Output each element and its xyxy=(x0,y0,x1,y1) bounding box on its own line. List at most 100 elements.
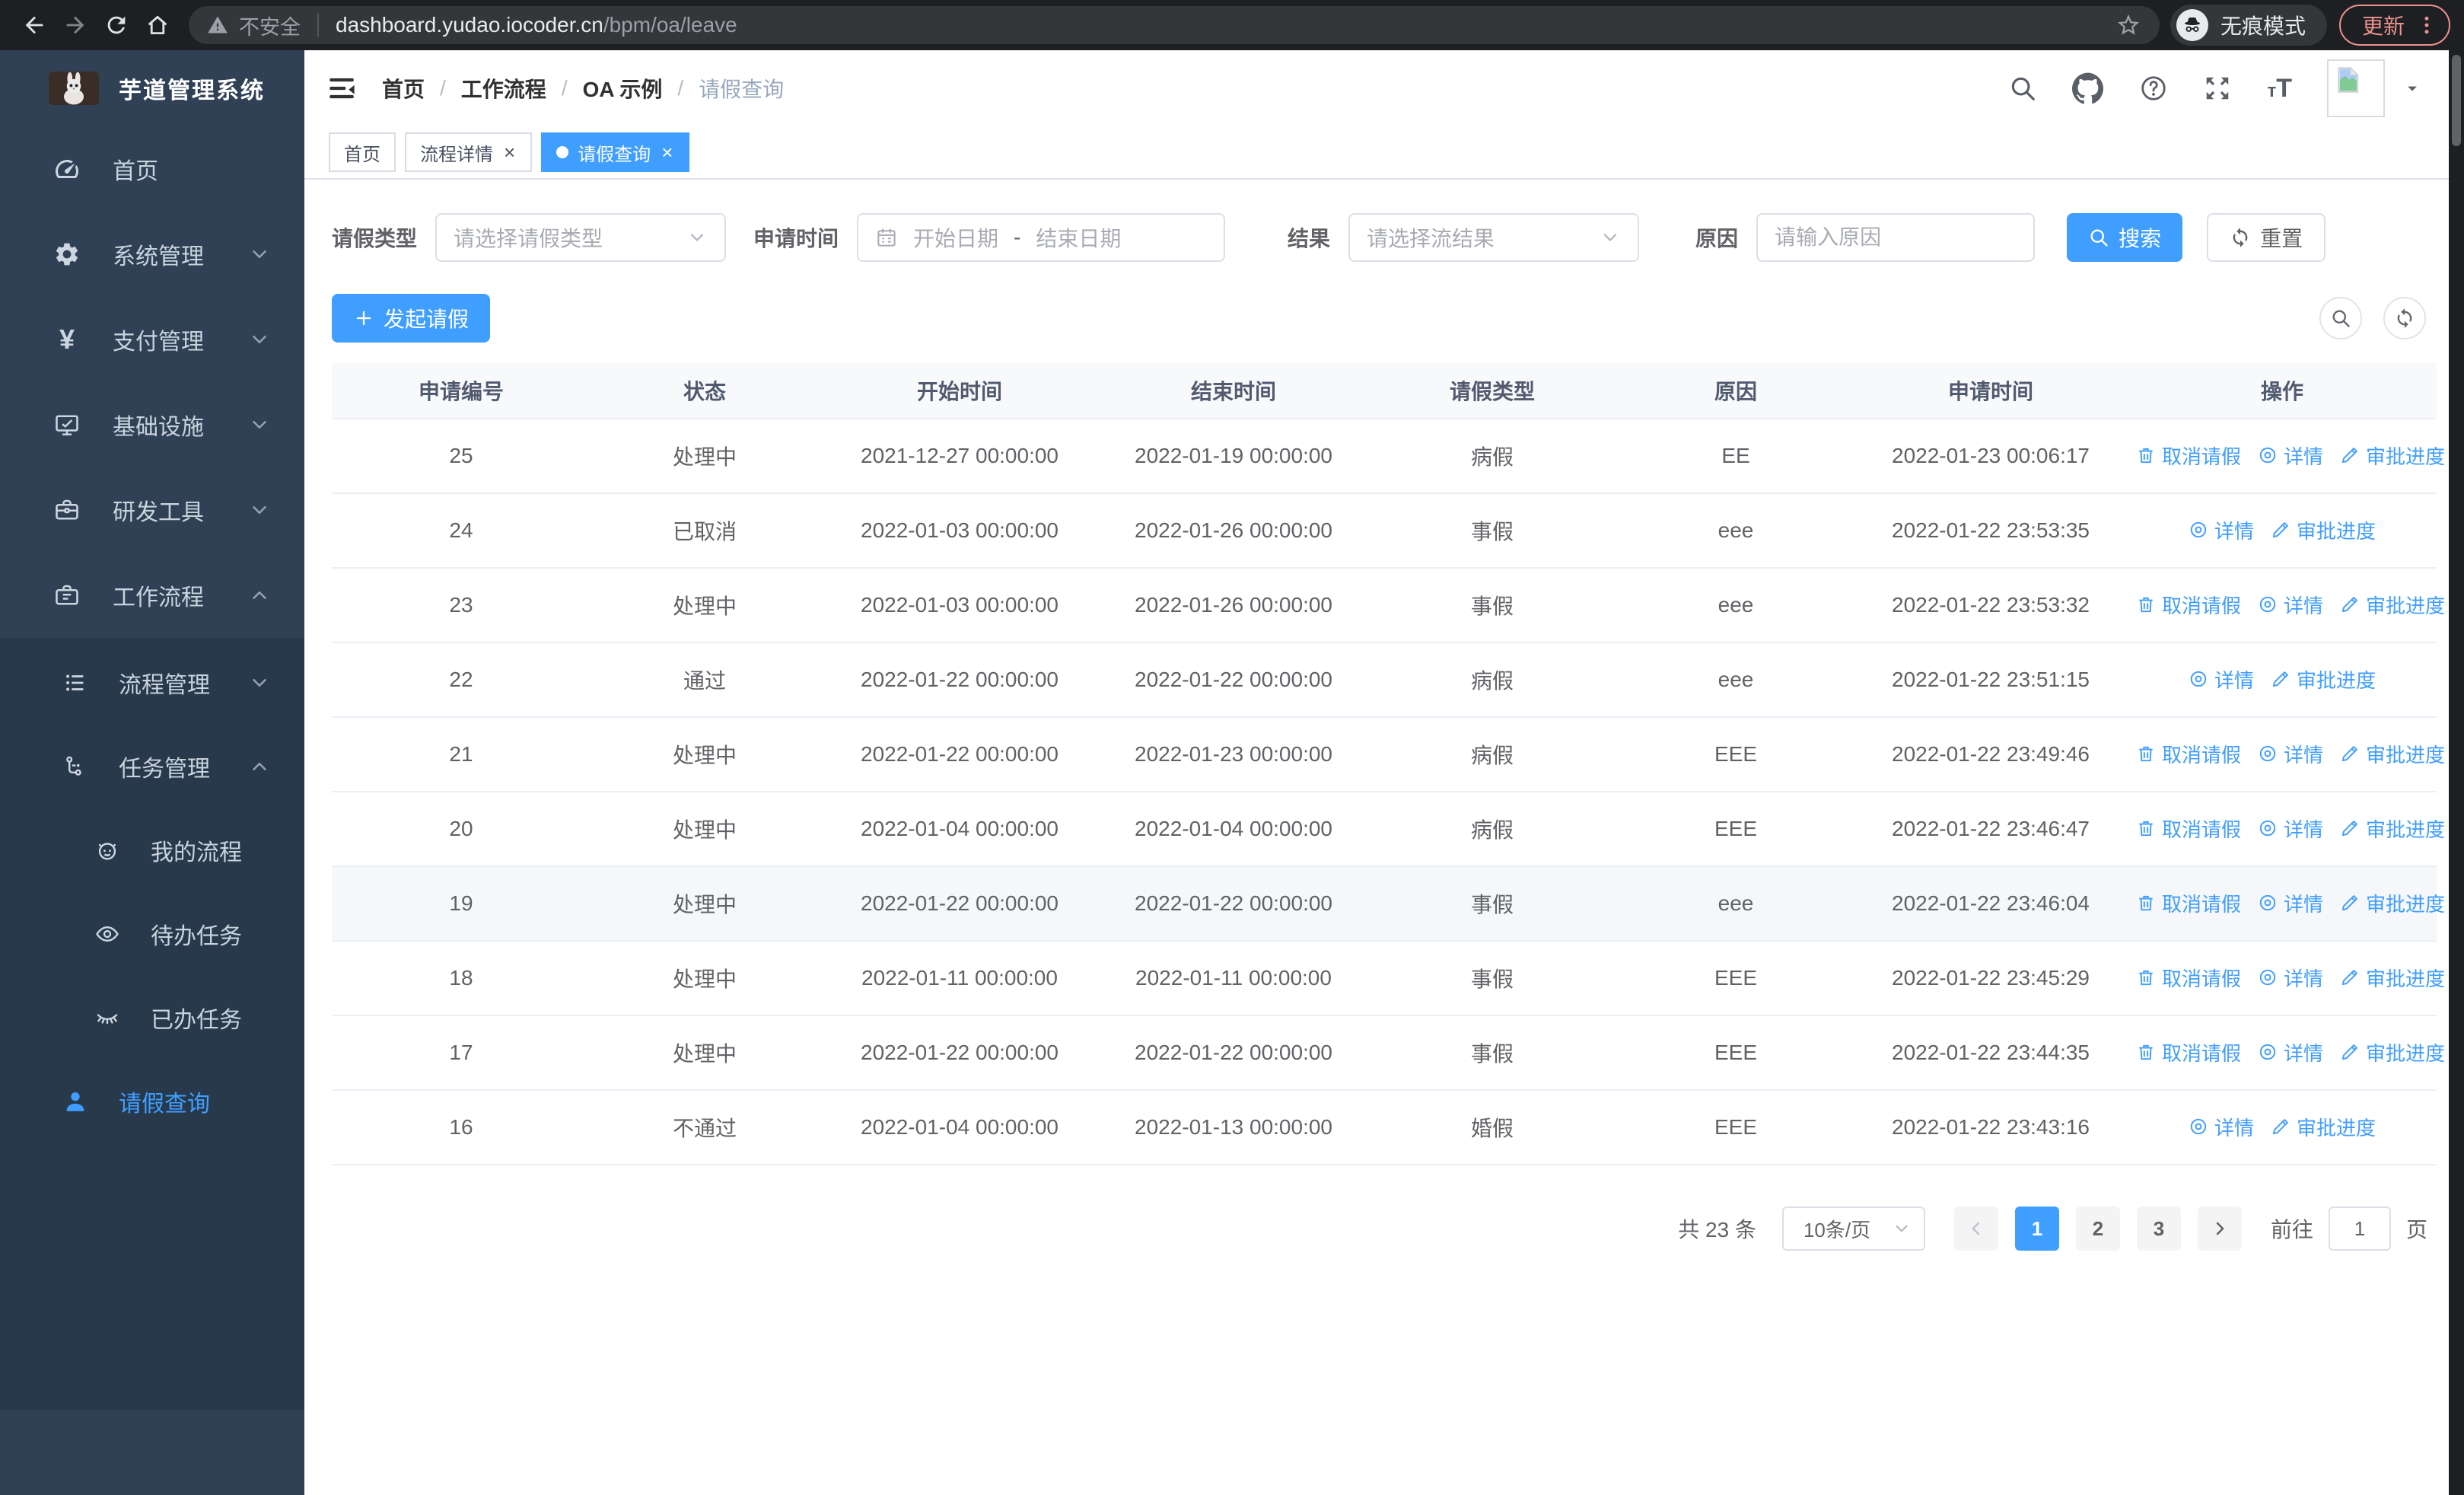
detail-link[interactable]: 详情 xyxy=(2258,889,2323,917)
browser-reload-button[interactable] xyxy=(96,5,137,46)
op-link-label: 审批进度 xyxy=(2366,1041,2446,1065)
cancel-leave-link[interactable]: 取消请假 xyxy=(2136,964,2241,992)
browser-forward-button[interactable] xyxy=(55,5,96,46)
calendar-icon xyxy=(875,226,898,249)
progress-link[interactable]: 审批进度 xyxy=(2340,964,2445,992)
cancel-leave-link[interactable]: 取消请假 xyxy=(2136,814,2241,843)
progress-link[interactable]: 审批进度 xyxy=(2340,1038,2445,1066)
scrollbar-thumb[interactable] xyxy=(2452,55,2461,146)
page-button-1[interactable]: 1 xyxy=(2014,1207,2059,1251)
progress-link[interactable]: 审批进度 xyxy=(2340,591,2445,619)
fullscreen-icon[interactable] xyxy=(2203,74,2232,103)
sidebar-item-任务管理[interactable]: 任务管理 xyxy=(0,725,304,808)
font-size-icon[interactable]: тT xyxy=(2267,75,2292,101)
bookmark-star-icon[interactable] xyxy=(2115,12,2141,38)
show-search-toggle-button[interactable] xyxy=(2319,297,2362,339)
cell-leave_type: 事假 xyxy=(1367,866,1618,942)
table-row: 16 不通过 2022-01-04 00:00:00 2022-01-13 00:00… xyxy=(332,1090,2437,1165)
leave-type-label: 请假类型 xyxy=(332,227,418,250)
sidebar-item-工作流程[interactable]: 工作流程 xyxy=(0,553,304,638)
tab-close-icon[interactable]: × xyxy=(660,142,674,162)
app-logo[interactable]: 芋道管理系统 xyxy=(0,50,304,126)
detail-link[interactable]: 详情 xyxy=(2258,591,2323,619)
progress-link[interactable]: 审批进度 xyxy=(2340,441,2445,470)
page-button-2[interactable]: 2 xyxy=(2075,1207,2120,1251)
op-link-label: 详情 xyxy=(2214,1116,2254,1140)
sidebar-item-支付管理[interactable]: ¥ 支付管理 xyxy=(0,297,304,382)
cell-start_time: 2022-01-04 00:00:00 xyxy=(819,792,1100,867)
cancel-leave-link[interactable]: 取消请假 xyxy=(2136,591,2241,619)
progress-link-icon xyxy=(2271,520,2291,540)
progress-link[interactable]: 审批进度 xyxy=(2340,889,2445,917)
progress-link[interactable]: 审批进度 xyxy=(2271,516,2376,544)
browser-home-button[interactable] xyxy=(137,5,178,46)
browser-update-button[interactable]: 更新 xyxy=(2338,5,2450,46)
next-page-button[interactable] xyxy=(2197,1207,2242,1251)
breadcrumb-separator: / xyxy=(677,76,684,100)
progress-link[interactable]: 审批进度 xyxy=(2340,814,2445,843)
tab-close-icon[interactable]: × xyxy=(502,142,517,162)
detail-link[interactable]: 详情 xyxy=(2258,1038,2323,1066)
breadcrumb-item[interactable]: OA 示例 xyxy=(583,73,663,104)
sidebar-item-基础设施[interactable]: 基础设施 xyxy=(0,382,304,467)
tab-请假查询[interactable]: 请假查询 × xyxy=(541,132,690,172)
sidebar-item-我的流程[interactable]: 我的流程 xyxy=(0,808,304,892)
page-size-select[interactable]: 10条/页 xyxy=(1781,1207,1925,1251)
sidebar-item-研发工具[interactable]: 研发工具 xyxy=(0,467,304,553)
cell-start_time: 2022-01-22 00:00:00 xyxy=(819,642,1100,718)
cancel-leave-link[interactable]: 取消请假 xyxy=(2136,441,2241,470)
search-button[interactable]: 搜索 xyxy=(2067,213,2183,262)
progress-link[interactable]: 审批进度 xyxy=(2271,1113,2376,1141)
sidebar-collapse-icon[interactable] xyxy=(326,72,358,104)
progress-link[interactable]: 审批进度 xyxy=(2340,740,2445,768)
chevron-down-icon xyxy=(248,328,271,351)
cancel-leave-link[interactable]: 取消请假 xyxy=(2136,740,2241,768)
avatar[interactable] xyxy=(2327,59,2385,117)
detail-link[interactable]: 详情 xyxy=(2189,665,2254,693)
reset-button[interactable]: 重置 xyxy=(2207,213,2326,262)
detail-link[interactable]: 详情 xyxy=(2258,964,2323,992)
sidebar-item-请假查询[interactable]: 请假查询 xyxy=(0,1060,304,1143)
result-select[interactable]: 请选择流结果 xyxy=(1348,213,1640,262)
cell-apply_time: 2022-01-22 23:43:16 xyxy=(1854,1090,2128,1165)
cancel-leave-link[interactable]: 取消请假 xyxy=(2136,889,2241,917)
progress-link[interactable]: 审批进度 xyxy=(2271,665,2376,693)
detail-link[interactable]: 详情 xyxy=(2189,1113,2254,1141)
search-icon[interactable] xyxy=(2008,74,2037,103)
tab-首页[interactable]: 首页 xyxy=(329,132,396,172)
breadcrumb-item[interactable]: 工作流程 xyxy=(461,73,546,104)
create-leave-button[interactable]: 发起请假 xyxy=(332,294,491,343)
browser-menu-icon[interactable] xyxy=(2415,14,2438,37)
branch-icon xyxy=(62,754,88,779)
browser-back-button[interactable] xyxy=(14,5,55,46)
goto-page-input[interactable] xyxy=(2328,1207,2391,1251)
sidebar-item-已办任务[interactable]: 已办任务 xyxy=(0,976,304,1060)
cell-end_time: 2022-01-22 00:00:00 xyxy=(1100,1015,1367,1091)
page-scrollbar[interactable] xyxy=(2449,50,2464,1495)
sidebar-item-系统管理[interactable]: 系统管理 xyxy=(0,212,304,297)
sidebar-menu: 首页 系统管理 ¥ 支付管理 基础设施 研发工具 工作流程 xyxy=(0,126,304,638)
sidebar-item-流程管理[interactable]: 流程管理 xyxy=(0,641,304,725)
cancel-leave-link[interactable]: 取消请假 xyxy=(2136,1038,2241,1066)
address-bar[interactable]: 不安全 dashboard.yudao.iocoder.cn/bpm/oa/le… xyxy=(189,6,2160,44)
not-secure-warning-icon[interactable] xyxy=(207,14,228,36)
page-button-3[interactable]: 3 xyxy=(2136,1207,2181,1251)
leave-type-select[interactable]: 请选择请假类型 xyxy=(435,213,727,262)
avatar-caret-down-icon[interactable] xyxy=(2402,78,2423,99)
detail-link[interactable]: 详情 xyxy=(2258,740,2323,768)
detail-link[interactable]: 详情 xyxy=(2258,814,2323,843)
sidebar-item-待办任务[interactable]: 待办任务 xyxy=(0,892,304,976)
apply-time-range-picker[interactable]: 开始日期 - 结束日期 xyxy=(857,213,1226,262)
security-warning-label[interactable]: 不安全 xyxy=(239,11,301,40)
detail-link[interactable]: 详情 xyxy=(2258,441,2323,470)
refresh-table-button[interactable] xyxy=(2383,297,2426,339)
github-icon[interactable] xyxy=(2072,72,2104,104)
tab-流程详情[interactable]: 流程详情 × xyxy=(405,132,533,172)
detail-link[interactable]: 详情 xyxy=(2189,516,2254,544)
sidebar-item-首页[interactable]: 首页 xyxy=(0,126,304,212)
breadcrumb-item[interactable]: 首页 xyxy=(382,73,425,104)
op-link-label: 审批进度 xyxy=(2366,445,2446,468)
help-icon[interactable] xyxy=(2139,74,2168,103)
reason-input[interactable] xyxy=(1756,213,2036,262)
prev-page-button[interactable] xyxy=(1953,1207,1998,1251)
